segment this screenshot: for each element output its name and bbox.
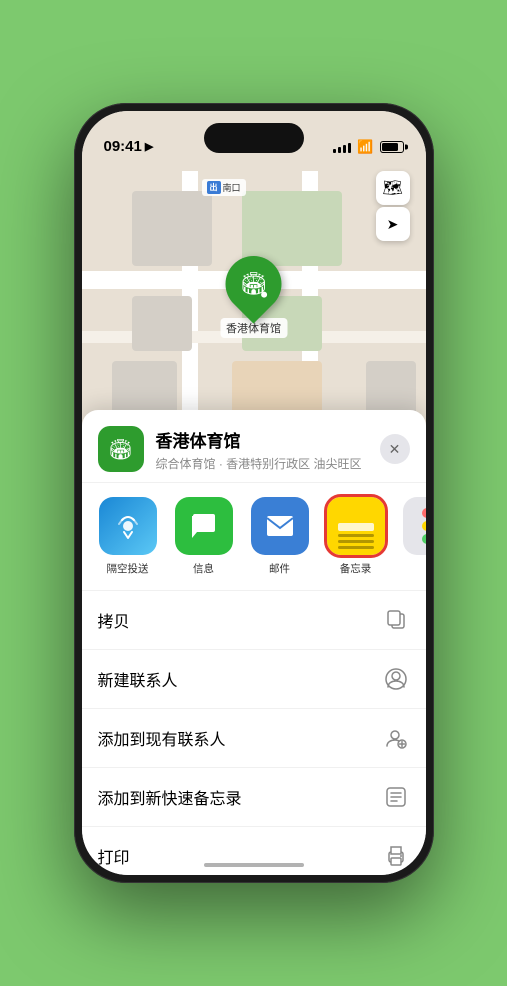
share-mail[interactable]: 邮件 xyxy=(250,497,310,576)
battery-icon xyxy=(380,141,404,153)
action-add-notes-label: 添加到新快速备忘录 xyxy=(98,785,242,809)
time-display: 09:41 xyxy=(104,138,142,155)
circle-red xyxy=(422,508,426,518)
notes-line xyxy=(338,534,374,537)
action-list: 拷贝 新建联系人 xyxy=(82,591,426,875)
airdrop-icon xyxy=(99,497,157,555)
notes-line xyxy=(338,540,374,543)
messages-svg xyxy=(189,512,219,540)
notes-line-top xyxy=(338,523,374,531)
map-block xyxy=(132,191,212,266)
battery-fill xyxy=(382,143,398,151)
home-indicator xyxy=(204,863,304,867)
action-copy[interactable]: 拷贝 xyxy=(82,591,426,650)
person-add-svg xyxy=(385,727,407,749)
new-contact-icon xyxy=(382,665,410,693)
pin-marker: 🏟 xyxy=(214,244,293,323)
share-notes[interactable]: 备忘录 xyxy=(326,497,386,576)
sheet-header: 🏟 香港体育馆 综合体育馆 · 香港特别行政区 油尖旺区 ✕ xyxy=(82,410,426,483)
status-icons: 📶 xyxy=(333,139,403,155)
share-row: 隔空投送 信息 xyxy=(82,483,426,591)
notes-line xyxy=(338,546,374,549)
note-svg xyxy=(385,786,407,808)
mail-icon xyxy=(251,497,309,555)
airdrop-label: 隔空投送 xyxy=(107,561,149,576)
circle-green xyxy=(422,534,426,544)
action-add-existing-label: 添加到现有联系人 xyxy=(98,726,226,750)
map-type-button[interactable]: 🗺 xyxy=(376,171,410,205)
mail-svg xyxy=(265,514,295,538)
share-messages[interactable]: 信息 xyxy=(174,497,234,576)
phone-screen: 09:41 ▶ 📶 xyxy=(82,111,426,875)
circle-yellow xyxy=(422,521,426,531)
mail-label: 邮件 xyxy=(269,561,290,576)
location-button[interactable]: ➤ xyxy=(376,207,410,241)
airdrop-svg xyxy=(114,512,142,540)
action-copy-label: 拷贝 xyxy=(98,608,130,632)
messages-label: 信息 xyxy=(193,561,214,576)
wifi-icon: 📶 xyxy=(357,139,373,155)
print-icon xyxy=(382,842,410,870)
map-block xyxy=(132,296,192,351)
action-add-notes[interactable]: 添加到新快速备忘录 xyxy=(82,768,426,827)
action-print-label: 打印 xyxy=(98,844,130,868)
action-print[interactable]: 打印 xyxy=(82,827,426,875)
gate-name: 南口 xyxy=(223,181,241,194)
action-new-contact-label: 新建联系人 xyxy=(98,667,178,691)
action-new-contact[interactable]: 新建联系人 xyxy=(82,650,426,709)
location-arrow-icon: ▶ xyxy=(145,140,153,153)
print-svg xyxy=(385,845,407,867)
sheet-title: 香港体育馆 xyxy=(156,427,368,452)
notes-label: 备忘录 xyxy=(340,561,372,576)
sheet-subtitle: 综合体育馆 · 香港特别行政区 油尖旺区 xyxy=(156,455,368,472)
share-more[interactable]: 推 xyxy=(402,497,426,576)
share-airdrop[interactable]: 隔空投送 xyxy=(98,497,158,576)
action-add-existing[interactable]: 添加到现有联系人 xyxy=(82,709,426,768)
person-svg xyxy=(385,668,407,690)
map-controls: 🗺 ➤ xyxy=(376,171,410,241)
signal-bars-icon xyxy=(333,141,351,153)
sheet-close-button[interactable]: ✕ xyxy=(380,434,410,464)
copy-svg xyxy=(385,609,407,631)
dynamic-island xyxy=(204,123,304,153)
status-time: 09:41 ▶ xyxy=(104,138,154,155)
phone-frame: 09:41 ▶ 📶 xyxy=(74,103,434,883)
more-circles xyxy=(422,508,426,544)
add-existing-icon xyxy=(382,724,410,752)
more-icon xyxy=(403,497,426,555)
gate-prefix: 出 xyxy=(207,181,221,194)
copy-icon xyxy=(382,606,410,634)
notes-icon xyxy=(327,497,385,555)
bottom-sheet: 🏟 香港体育馆 综合体育馆 · 香港特别行政区 油尖旺区 ✕ xyxy=(82,410,426,875)
stadium-pin[interactable]: 🏟 香港体育馆 xyxy=(220,256,287,338)
south-gate-label: 出 南口 xyxy=(202,179,246,196)
sheet-info: 香港体育馆 综合体育馆 · 香港特别行政区 油尖旺区 xyxy=(156,427,368,472)
venue-icon: 🏟 xyxy=(98,426,144,472)
messages-icon xyxy=(175,497,233,555)
add-notes-icon xyxy=(382,783,410,811)
